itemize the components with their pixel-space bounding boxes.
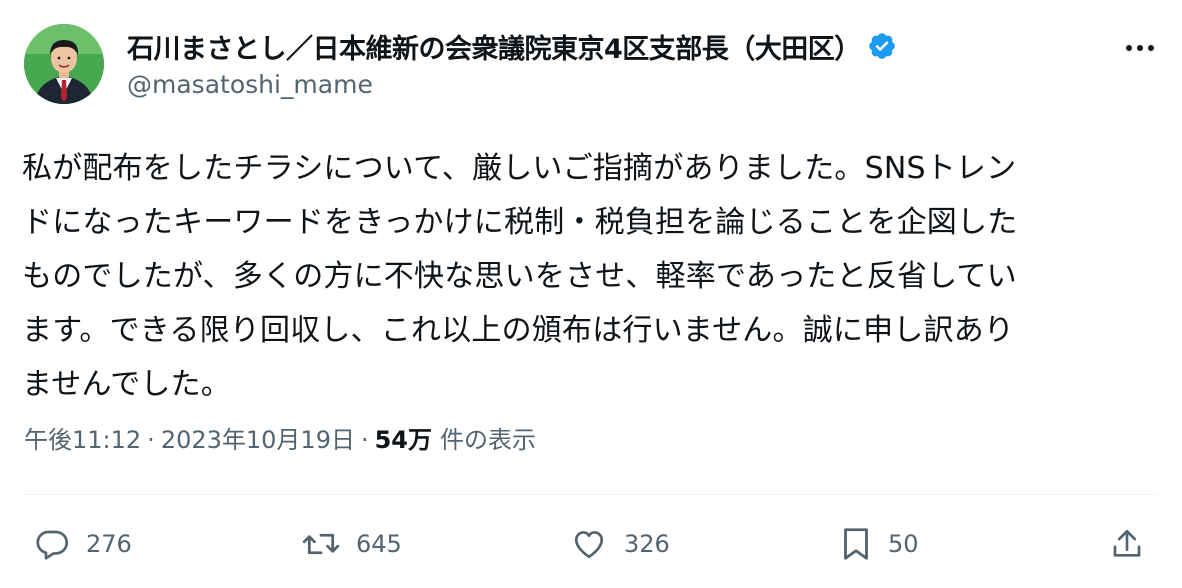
share-upload-icon [1113, 529, 1141, 557]
like-count: 326 [624, 530, 670, 558]
reply-bubble-icon [36, 530, 69, 560]
more-options-button[interactable] [1120, 30, 1160, 66]
reply-button[interactable]: 276 [34, 520, 132, 568]
avatar-image [24, 24, 104, 104]
repost-arrows-icon [302, 533, 340, 555]
views-label: 件の表示 [440, 426, 537, 454]
bookmark-count: 50 [888, 530, 919, 558]
more-dots-icon [1126, 45, 1154, 51]
meta-separator: · [360, 426, 369, 454]
avatar[interactable] [24, 24, 104, 104]
meta-separator: · [147, 426, 155, 454]
share-button[interactable] [1110, 520, 1144, 568]
action-bar: 276 645 326 50 [0, 520, 1182, 568]
bookmark-icon [844, 528, 868, 560]
like-button[interactable]: 326 [570, 520, 670, 568]
tweet-meta: 午後11:12 · 2023年10月19日 · 54万 件の表示 [24, 420, 536, 455]
tweet-time[interactable]: 午後11:12 [24, 420, 141, 455]
author-display-name[interactable]: 石川まさとし／日本維新の会衆議院東京4区支部長（大田区） [127, 27, 861, 66]
reply-count: 276 [86, 530, 132, 558]
repost-button[interactable]: 645 [302, 520, 402, 568]
repost-count: 645 [356, 530, 402, 558]
tweet-text: 私が配布をしたチラシについて、厳しいご指摘がありました。SNSトレン ドになった… [22, 151, 1018, 402]
tweet-date[interactable]: 2023年10月19日 [161, 420, 355, 455]
tweet-card: 石川まさとし／日本維新の会衆議院東京4区支部長（大田区） @masatoshi_… [0, 0, 1182, 588]
verified-badge-icon [867, 31, 897, 61]
heart-icon [574, 531, 604, 559]
views-count[interactable]: 54万 [375, 420, 432, 455]
divider [24, 494, 1158, 495]
bookmark-button[interactable]: 50 [840, 520, 919, 568]
author-name-row[interactable]: 石川まさとし／日本維新の会衆議院東京4区支部長（大田区） [127, 27, 897, 66]
author-handle[interactable]: @masatoshi_mame [127, 70, 373, 99]
